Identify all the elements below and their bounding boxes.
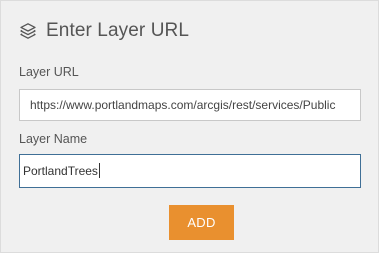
layer-url-value: https://www.portlandmaps.com/arcgis/rest… [30, 98, 336, 112]
enter-layer-url-panel: Enter Layer URL Layer URL https://www.po… [0, 0, 379, 253]
layer-url-input[interactable]: https://www.portlandmaps.com/arcgis/rest… [19, 89, 361, 121]
panel-header: Enter Layer URL [19, 19, 189, 43]
panel-title: Enter Layer URL [46, 20, 190, 41]
layer-name-value: PortlandTrees [23, 164, 98, 178]
layer-name-label: Layer Name [19, 132, 88, 146]
layer-url-label: Layer URL [19, 65, 79, 79]
layer-name-input[interactable]: PortlandTrees [19, 154, 361, 188]
add-button[interactable]: ADD [169, 205, 234, 240]
text-cursor [98, 163, 100, 179]
layers-icon [19, 22, 37, 40]
